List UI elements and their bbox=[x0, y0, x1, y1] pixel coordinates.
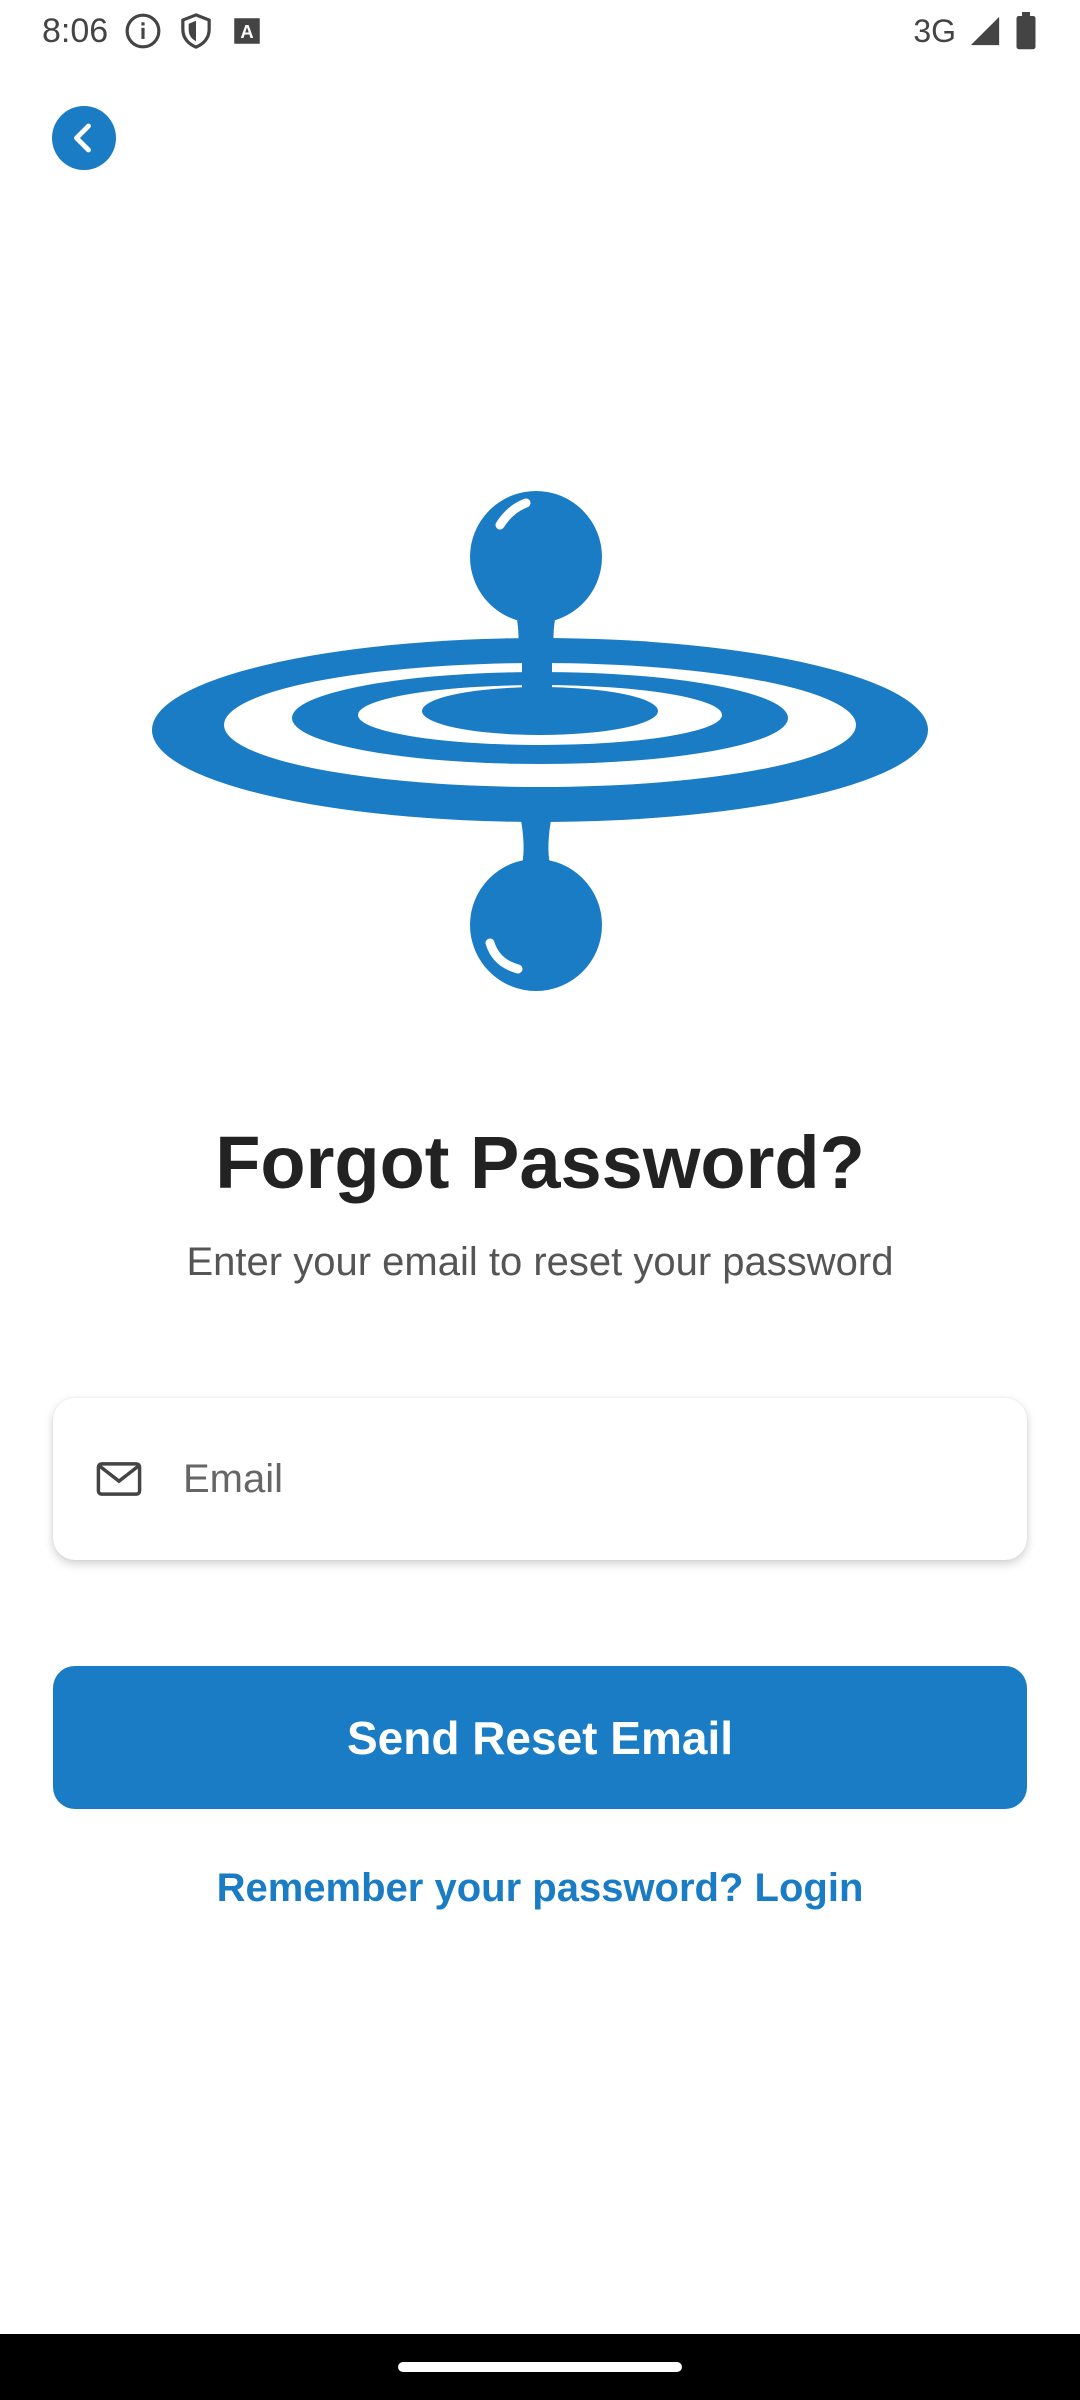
email-input[interactable] bbox=[183, 1456, 1003, 1502]
status-time: 8:06 bbox=[42, 11, 109, 50]
login-link[interactable]: Remember your password? Login bbox=[0, 1866, 1080, 1911]
navigation-bar bbox=[0, 2334, 1080, 2400]
page-title: Forgot Password? bbox=[215, 1121, 865, 1204]
status-right: 3G bbox=[913, 12, 1038, 50]
network-label: 3G bbox=[913, 12, 956, 49]
status-bar: 8:06 A 3G bbox=[0, 0, 1080, 62]
keyboard-a-icon: A bbox=[230, 14, 264, 48]
page-subtitle: Enter your email to reset your password bbox=[186, 1240, 894, 1284]
battery-icon bbox=[1014, 12, 1038, 50]
mail-icon bbox=[93, 1453, 145, 1505]
shield-icon bbox=[178, 12, 214, 50]
email-field[interactable] bbox=[53, 1398, 1027, 1560]
back-button[interactable] bbox=[52, 106, 116, 170]
status-left: 8:06 A bbox=[42, 12, 264, 51]
home-gesture-handle[interactable] bbox=[398, 2362, 682, 2372]
signal-icon bbox=[968, 14, 1002, 48]
send-reset-email-button[interactable]: Send Reset Email bbox=[53, 1666, 1027, 1809]
info-icon bbox=[124, 12, 162, 50]
svg-text:A: A bbox=[241, 21, 254, 42]
water-drop-ripple-logo bbox=[150, 485, 930, 1005]
chevron-left-icon bbox=[66, 120, 102, 156]
